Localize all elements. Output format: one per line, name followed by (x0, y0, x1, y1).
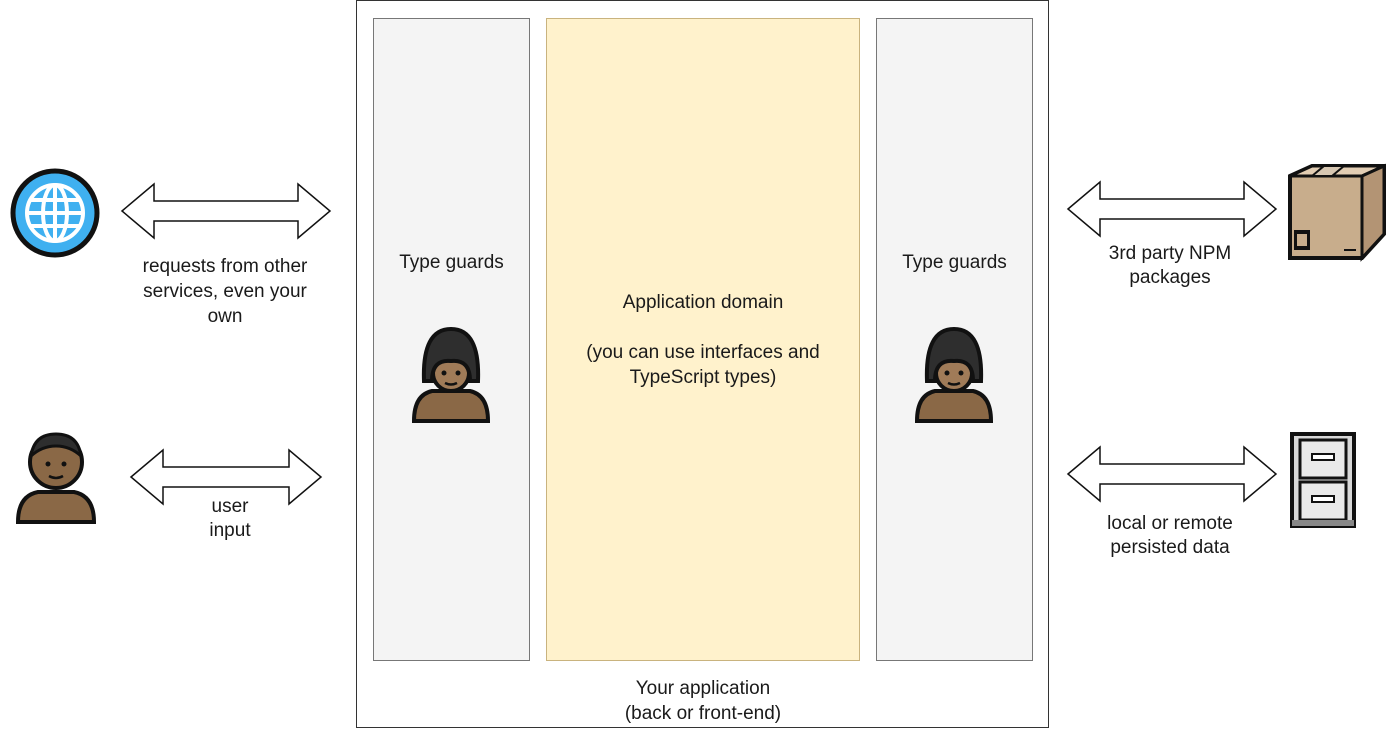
left-type-guards-label: Type guards (399, 252, 504, 273)
web-requests-arrow (120, 182, 332, 240)
application-domain-title: Application domain (622, 292, 784, 313)
user-input-label-line-1: user (211, 496, 249, 517)
web-requests-label-line-2: services, even your (143, 281, 307, 302)
npm-packages-label-line-2: packages (1129, 267, 1211, 288)
npm-packages-label-line-1: 3rd party NPM (1108, 243, 1232, 264)
globe-icon (10, 168, 100, 258)
application-domain-note-line-2: TypeScript types) (629, 367, 777, 388)
persisted-data-arrow (1066, 445, 1278, 503)
user-icon (15, 432, 97, 524)
application-domain-note-line-1: (you can use interfaces and (586, 342, 820, 363)
application-footer-line-2: (back or front-end) (624, 703, 782, 724)
right-type-guards-label: Type guards (902, 252, 1007, 273)
application-footer-line-1: Your application (635, 678, 771, 699)
user-input-label-line-2: input (209, 520, 251, 541)
file-cabinet-icon (1290, 432, 1356, 528)
package-box-icon (1288, 163, 1386, 262)
web-requests-label-line-1: requests from other (142, 256, 308, 277)
persisted-data-label-line-1: local or remote (1107, 513, 1233, 534)
guard-icon (914, 326, 994, 423)
web-requests-label-line-3: own (207, 306, 243, 327)
npm-packages-arrow (1066, 180, 1278, 238)
persisted-data-label-line-2: persisted data (1110, 537, 1230, 558)
guard-icon (411, 326, 491, 423)
